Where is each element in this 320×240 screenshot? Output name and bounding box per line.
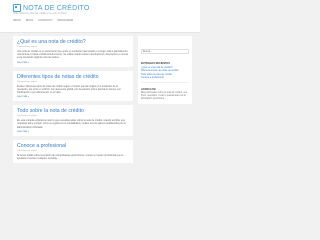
read-more-link[interactable]: Leer más » [17,130,129,133]
post-card: Conoce a profesional Publicado por admin… [13,139,133,164]
search-input[interactable] [141,49,189,54]
recent-posts-widget: Entradas recientes ¿Qué es una nota de c… [141,62,189,80]
post-title[interactable]: ¿Qué es una nota de crédito? [17,39,129,45]
about-text: Blog informativo sobre la nota de crédit… [141,91,187,100]
widget-title: Entradas recientes [141,62,170,65]
nav-item-contacto[interactable]: Contacto [38,19,52,22]
widget-title: Acerca de [141,87,156,91]
sidebar: Entradas recientes ¿Qué es una nota de c… [138,36,192,104]
divider [141,81,189,83]
post-list: ¿Qué es una nota de crédito? Publicado p… [13,36,133,167]
nav-item-inicio[interactable]: Inicio [13,19,21,22]
post-card: ¿Qué es una nota de crédito? Publicado p… [13,36,133,67]
read-more-link[interactable]: Leer más » [17,61,129,64]
logo-icon [13,4,21,12]
nav-item-blog[interactable]: Blog [26,19,33,22]
post-meta: Publicado por admin [17,46,37,48]
post-excerpt: Una nota de crédito es un documento que … [17,50,129,60]
about-widget: Acerca de Blog informativo sobre la nota… [141,88,189,101]
post-meta: Publicado por admin [17,80,37,83]
post-card: Todo sobre la nota de crédito Publicado … [13,105,133,136]
post-title[interactable]: Diferentes tipos de notas de crédito [17,74,129,80]
page: NOTA DE CRÉDITO Todo sobre la nota de cr… [0,0,200,213]
post-excerpt: En esta entrada explicamos todo lo que n… [17,119,126,129]
nav-item-privacidad[interactable]: Privacidad [57,19,73,22]
site-header: NOTA DE CRÉDITO Todo sobre la nota de cr… [0,0,200,33]
site-tagline: Todo sobre la nota de crédito y su uso e… [13,12,67,15]
post-excerpt: Existen diferentes tipos de notas de cré… [17,84,121,95]
read-more-link[interactable]: Leer más » [17,95,129,98]
post-title[interactable]: Todo sobre la nota de crédito [17,108,129,114]
post-card: Diferentes tipos de notas de crédito Pub… [13,70,133,102]
post-meta: Publicado por admin [17,149,37,152]
site-title[interactable]: NOTA DE CRÉDITO [23,5,90,12]
main-nav: Inicio Blog Contacto Privacidad [13,19,73,22]
post-meta: Publicado por admin [17,115,37,118]
post-title[interactable]: Conoce a profesional [17,143,129,149]
recent-post-link[interactable]: Conoce a profesional [141,76,189,79]
post-excerpt: Si tienes dudas sobre la emisión de comp… [17,153,124,161]
